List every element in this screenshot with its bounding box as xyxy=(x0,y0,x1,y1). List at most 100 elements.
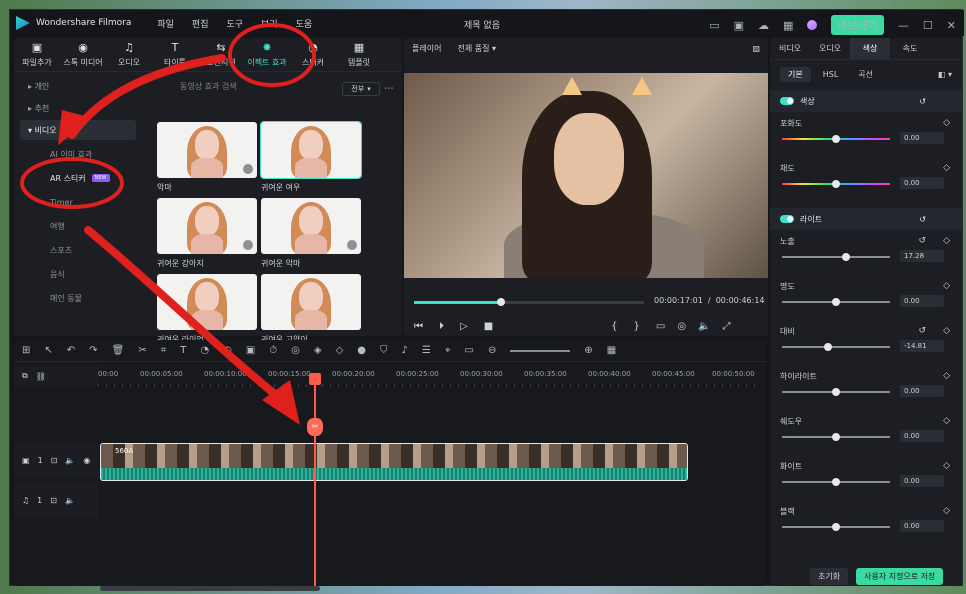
category-personal[interactable]: ▸ 개인 xyxy=(20,76,136,96)
filter-dropdown[interactable]: 전부 ▾ xyxy=(342,82,380,96)
effect-card[interactable]: 귀여운 여우 xyxy=(260,121,362,193)
slider-handle[interactable] xyxy=(832,135,840,143)
redo-icon[interactable]: ↷ xyxy=(89,345,97,356)
slider-handle[interactable] xyxy=(832,388,840,396)
record-icon[interactable]: ● xyxy=(357,345,366,356)
download-icon[interactable] xyxy=(243,164,253,174)
slider-handle[interactable] xyxy=(832,523,840,531)
tab-titles[interactable]: T 타이틀 xyxy=(152,38,198,71)
slider-handle[interactable] xyxy=(832,478,840,486)
subcategory-food[interactable]: 음식 xyxy=(14,262,142,286)
play-icon[interactable]: ▷ xyxy=(460,321,468,332)
play-frame-icon[interactable]: ⏵ xyxy=(439,321,444,332)
value-field[interactable]: 0.00 xyxy=(900,475,944,487)
avatar[interactable] xyxy=(807,20,818,30)
camera-icon[interactable]: ◎ xyxy=(677,321,686,332)
download-icon[interactable] xyxy=(347,240,357,250)
menu-tools[interactable]: 도구 xyxy=(226,17,243,30)
reset-icon[interactable]: ↺ xyxy=(919,97,926,106)
reset-icon[interactable]: ↺ xyxy=(918,326,926,336)
subcategory-travel[interactable]: 여행 xyxy=(14,214,142,238)
motion-icon[interactable]: ◎ xyxy=(291,345,300,356)
marker-icon[interactable]: ◇ xyxy=(336,345,344,356)
subcategory-ai[interactable]: AI 이미 효과 xyxy=(14,142,142,166)
value-field[interactable]: 0.00 xyxy=(900,177,944,189)
blacks-slider[interactable] xyxy=(782,523,890,531)
mark-in-icon[interactable]: { xyxy=(611,321,617,332)
color-toggle[interactable] xyxy=(780,97,794,105)
tab-transitions[interactable]: ⇆ 트랜지션 xyxy=(198,38,244,71)
slider-handle[interactable] xyxy=(832,433,840,441)
slider-handle[interactable] xyxy=(832,298,840,306)
tab-audio[interactable]: ♫ 오디오 xyxy=(106,38,152,71)
save-icon[interactable]: ▣ xyxy=(734,19,744,32)
shadows-slider[interactable] xyxy=(782,433,890,441)
keyframe-icon[interactable]: ◇ xyxy=(943,281,950,291)
list-icon[interactable]: ☰ xyxy=(422,345,431,356)
subtab-basic[interactable]: 기본 xyxy=(780,66,811,82)
menu-file[interactable]: 파일 xyxy=(157,17,174,30)
scissors-icon[interactable]: ✂ xyxy=(307,418,323,436)
scrubber-handle[interactable] xyxy=(497,298,506,306)
quality-dropdown[interactable]: 전체 품질 ▾ xyxy=(457,43,496,54)
mic-icon[interactable]: ♪ xyxy=(402,345,408,356)
zoom-slider[interactable] xyxy=(510,349,571,352)
shield-icon[interactable]: ⛉ xyxy=(380,345,388,356)
tab-templates[interactable]: ▦ 템플릿 xyxy=(336,38,382,71)
playback-scrubber[interactable] xyxy=(414,298,644,306)
effects-search-input[interactable]: 동영상 효과 검색 xyxy=(150,81,342,97)
save-custom-button[interactable]: 사용자 지정으로 저장 xyxy=(856,568,944,585)
menu-help[interactable]: 도움 xyxy=(296,17,313,30)
screen-icon[interactable]: ▣ xyxy=(246,345,255,356)
text-icon[interactable]: T xyxy=(180,345,186,356)
mute-icon[interactable]: 🔈 xyxy=(65,456,75,465)
ai-icon[interactable]: ◈ xyxy=(314,345,322,356)
fullscreen-icon[interactable]: ⤢ xyxy=(723,321,731,332)
eye-icon[interactable]: ◉ xyxy=(83,456,90,465)
category-video-effects[interactable]: ▾ 비디오 효과 xyxy=(20,120,136,140)
value-field[interactable]: 0.00 xyxy=(900,520,944,532)
reset-icon[interactable]: ↺ xyxy=(918,236,926,246)
effect-card[interactable]: 귀여운 강아지 xyxy=(157,198,257,269)
layout-icon[interactable]: ⊞ xyxy=(22,345,30,356)
export-button[interactable]: 내보내기 xyxy=(831,15,884,35)
delete-icon[interactable]: 🗑 xyxy=(112,345,125,356)
grid-view-icon[interactable]: ▦ xyxy=(607,345,616,356)
crop-icon[interactable]: ⌗ xyxy=(161,345,167,356)
menu-view[interactable]: 보기 xyxy=(261,17,278,30)
light-toggle[interactable] xyxy=(780,215,794,223)
keyframe-icon[interactable]: ◇ xyxy=(943,506,950,516)
tab-stock-media[interactable]: ◉ 스톡 미디어 xyxy=(60,38,106,71)
whites-slider[interactable] xyxy=(782,478,890,486)
effect-card[interactable]: 귀여운 라이언 2 xyxy=(157,274,257,345)
maximize-icon[interactable]: ☐ xyxy=(923,19,933,32)
subcategory-animals[interactable]: 매인 동물 xyxy=(14,286,142,310)
value-field[interactable]: 0.00 xyxy=(900,132,944,144)
subcategory-sports[interactable]: 스포츠 xyxy=(14,238,142,262)
reset-button[interactable]: 초기화 xyxy=(810,568,849,585)
value-field[interactable]: -14.81 xyxy=(900,340,944,352)
effect-card[interactable]: 귀여운 고양이 xyxy=(261,274,361,345)
add-track-icon[interactable]: ⧉ xyxy=(22,371,28,381)
keyframe-icon[interactable]: ◇ xyxy=(943,118,950,128)
undo-icon[interactable]: ↶ xyxy=(67,345,75,356)
menu-edit[interactable]: 편집 xyxy=(192,17,209,30)
saturation-slider[interactable] xyxy=(782,135,890,143)
brightness-slider[interactable] xyxy=(782,298,890,306)
stop-icon[interactable]: ■ xyxy=(484,321,493,332)
zoom-out-icon[interactable]: ⊖ xyxy=(488,345,496,356)
reset-icon[interactable]: ↺ xyxy=(919,215,926,224)
lock-icon[interactable]: ⊡ xyxy=(51,456,58,465)
more-options-icon[interactable]: ⋯ xyxy=(380,84,398,94)
keyframe-icon[interactable]: ◇ xyxy=(943,371,950,381)
tab-media[interactable]: ▣ 파일추가 xyxy=(14,38,60,71)
mute-icon[interactable]: 🔈 xyxy=(65,496,75,505)
cloud-icon[interactable]: ☁ xyxy=(758,19,769,32)
playhead[interactable] xyxy=(314,376,316,586)
snapshot-icon[interactable]: ▨ xyxy=(752,44,760,53)
display-icon[interactable]: ▭ xyxy=(656,321,665,332)
value-field[interactable]: 17.28 xyxy=(900,250,944,262)
timer-icon[interactable]: ⏱ xyxy=(269,345,277,356)
value-field[interactable]: 0.00 xyxy=(900,385,944,397)
value-field[interactable]: 0.00 xyxy=(900,295,944,307)
